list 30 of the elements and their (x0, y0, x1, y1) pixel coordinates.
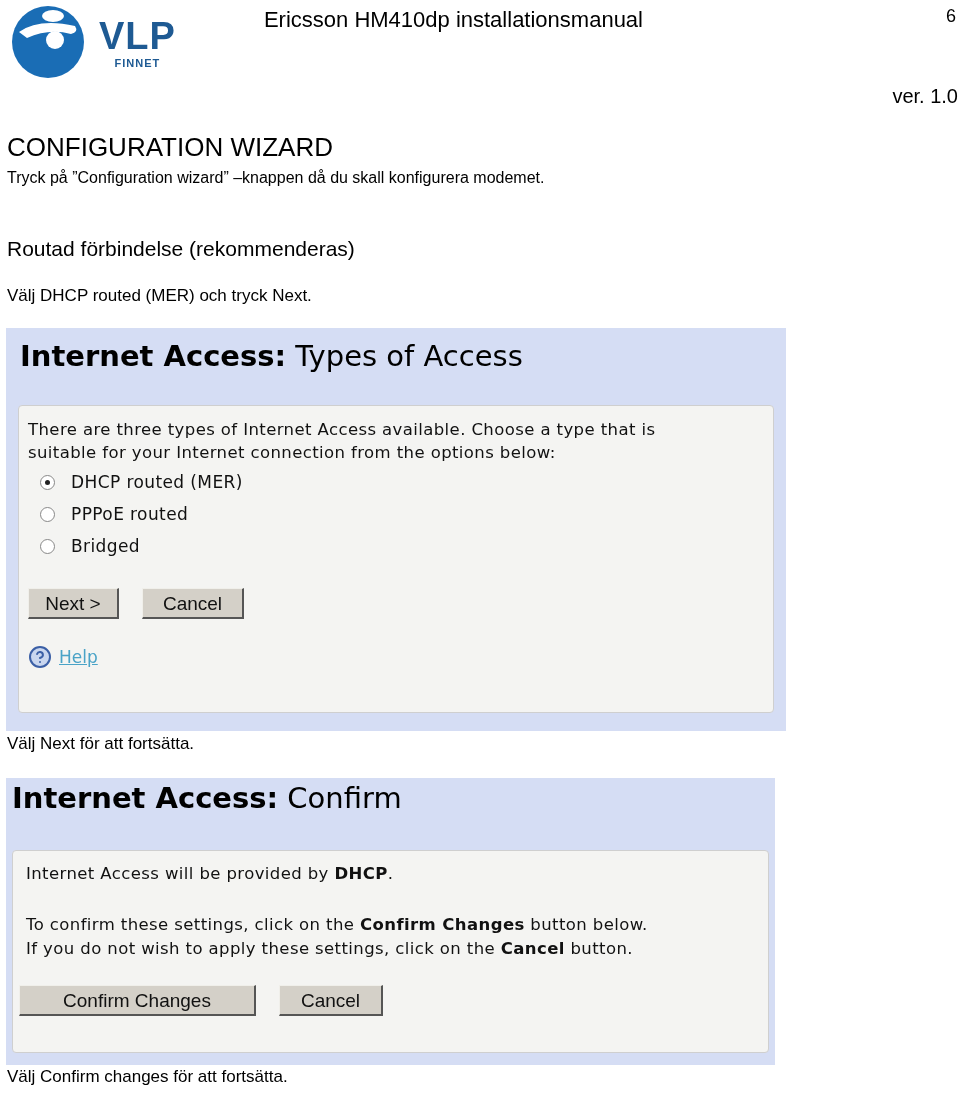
page-title: Internet Access: Confirm (11, 780, 403, 813)
radio-label: Bridged (71, 538, 140, 555)
description-text: suitable for your Internet connection from the options below: (28, 442, 557, 464)
page-title: Internet Access: Types of Access (19, 338, 524, 371)
form-button[interactable]: Cancel (279, 985, 383, 1016)
form-button[interactable]: Cancel (142, 588, 244, 619)
instruction-paragraph: Välj DHCP routed (MER) och tryck Next. (7, 287, 313, 304)
radio-label: PPPoE routed (71, 506, 189, 523)
radio-button[interactable] (40, 507, 55, 522)
description-text: There are three types of Internet Access available. Choose a type that is (28, 419, 657, 441)
instruction-text: If you do not wish to apply these settings, click on the Cancel button. (26, 938, 634, 960)
radio-button[interactable] (40, 475, 55, 490)
summary-text: Internet Access will be provided by DHCP. (26, 863, 395, 885)
logo-subtitle: FINNET (114, 58, 161, 69)
logo-emblem-icon (9, 4, 87, 78)
form-button[interactable]: Confirm Changes (19, 985, 256, 1016)
version-label: ver. 1.0 (892, 86, 958, 106)
form-button[interactable]: Next > (28, 588, 119, 619)
radio-button[interactable] (40, 539, 55, 554)
logo-wordmark: VLP (99, 17, 176, 55)
radio-label: DHCP routed (MER) (71, 474, 243, 491)
page-number: 6 (946, 5, 956, 28)
intro-paragraph: Tryck på ”Configuration wizard” –knappen då du skall konfigurera modemet. (7, 170, 546, 186)
subsection-heading: Routad förbindelse (rekommenderas) (7, 238, 356, 259)
instruction-text: To confirm these settings, click on the Confirm Changes button below. (26, 914, 649, 936)
caption-text: Välj Confirm changes för att fortsätta. (6, 1067, 289, 1087)
help-icon[interactable] (28, 645, 52, 669)
caption-text: Välj Next för att fortsätta. (6, 734, 196, 754)
document-title: Ericsson HM410dp installationsmanual (263, 6, 643, 34)
section-heading: CONFIGURATION WIZARD (7, 134, 334, 160)
